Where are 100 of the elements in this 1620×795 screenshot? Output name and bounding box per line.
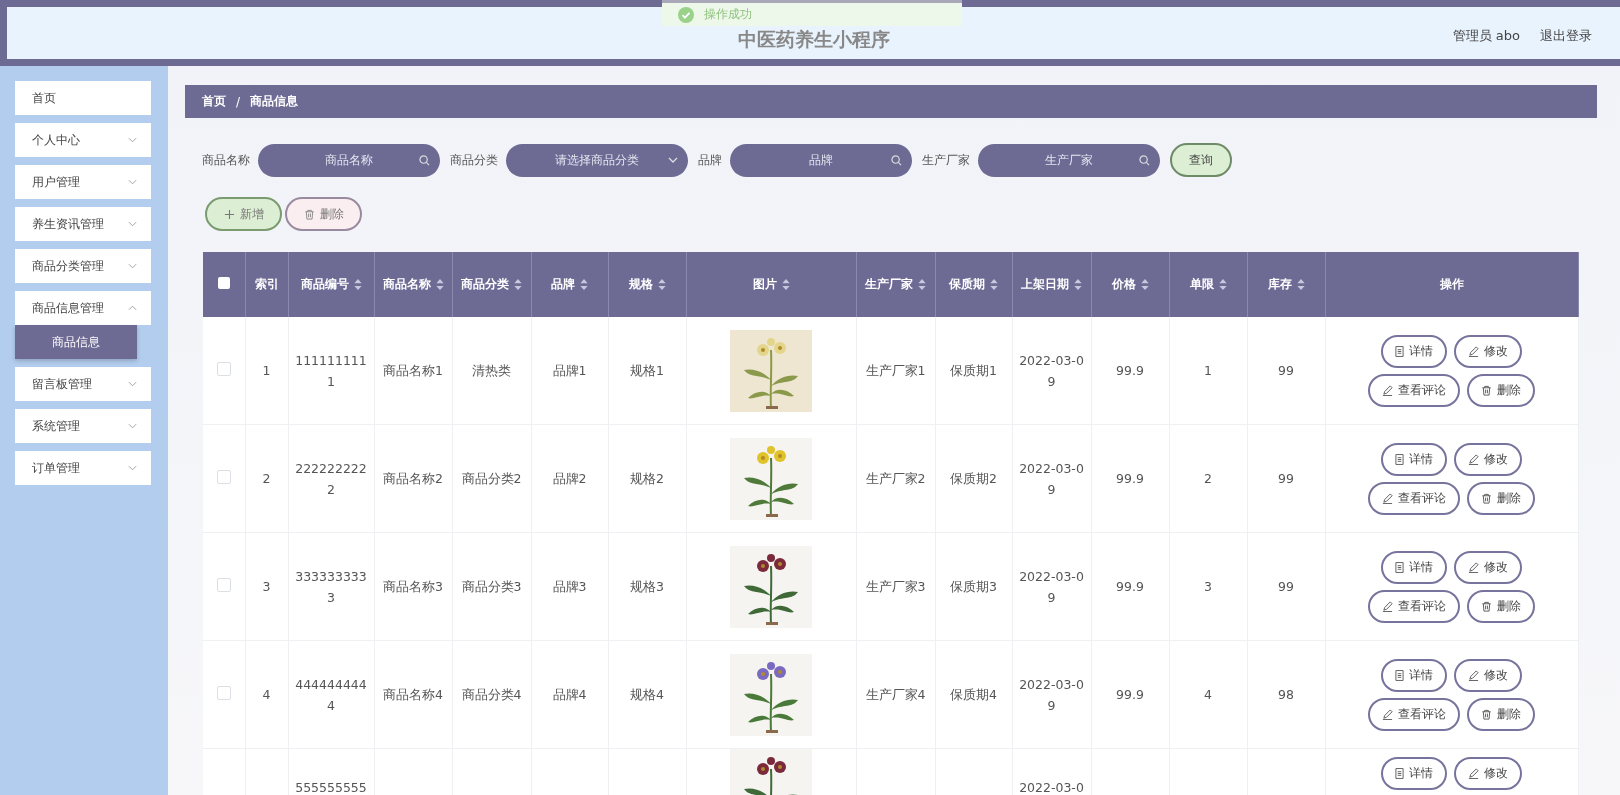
- table-cell: 保质期4: [950, 687, 997, 702]
- breadcrumb-link[interactable]: 首页: [202, 93, 226, 110]
- pencil-icon: [1382, 600, 1393, 612]
- select-all-checkbox[interactable]: [217, 277, 230, 289]
- table-cell: 商品分类3: [461, 579, 522, 594]
- sort-icon[interactable]: [1074, 279, 1082, 290]
- column-header: 库存: [1267, 276, 1292, 293]
- table-cell-text: 2022-03-0: [1019, 779, 1084, 795]
- menu-item[interactable]: 系统管理: [15, 409, 151, 443]
- sort-icon[interactable]: [580, 279, 588, 290]
- row-checkbox[interactable]: [216, 470, 231, 484]
- table-cell: 生产厂家3: [865, 579, 926, 594]
- submenu-item[interactable]: 商品信息: [15, 325, 137, 359]
- edit-button[interactable]: 修改: [1454, 658, 1522, 692]
- sort-icon[interactable]: [918, 279, 926, 290]
- table-cell: 生产厂家2: [865, 471, 926, 486]
- edit-button[interactable]: 修改: [1454, 550, 1522, 584]
- filter-label: 商品名称: [202, 151, 250, 169]
- table-cell: 保质期2: [950, 471, 997, 486]
- table-cell: 品牌1: [552, 363, 587, 378]
- sort-icon[interactable]: [657, 279, 666, 290]
- menu-item[interactable]: 商品分类管理: [15, 249, 151, 283]
- detail-button[interactable]: 详情: [1381, 442, 1447, 476]
- table-cell: 生产厂家4: [865, 687, 926, 702]
- table-cell: 4: [1204, 687, 1212, 702]
- row-checkbox[interactable]: [216, 686, 231, 700]
- sort-icon[interactable]: [781, 279, 790, 290]
- detail-button[interactable]: 详情: [1381, 334, 1447, 368]
- table-cell: 规格2: [630, 471, 664, 486]
- menu-item[interactable]: 订单管理: [15, 451, 151, 485]
- view-comments-button[interactable]: 查看评论: [1368, 481, 1460, 515]
- menu-item[interactable]: 用户管理: [15, 165, 151, 199]
- plus-icon: [223, 208, 235, 220]
- search-field[interactable]: 商品名称: [258, 143, 440, 177]
- edit-button[interactable]: 修改: [1454, 334, 1522, 368]
- table-cell: 商品分类2: [461, 471, 522, 486]
- delete-button[interactable]: 删除: [1467, 373, 1535, 407]
- sort-icon[interactable]: [1140, 279, 1149, 290]
- column-header: 单限: [1189, 276, 1214, 293]
- sort-icon[interactable]: [990, 279, 998, 290]
- table-cell: 1111111111: [295, 352, 367, 389]
- pencil-icon: [1468, 453, 1479, 465]
- table-cell: 2022-03-09: [1019, 568, 1084, 605]
- detail-button[interactable]: 详情: [1381, 658, 1447, 692]
- edit-button[interactable]: 修改: [1454, 442, 1522, 476]
- detail-button[interactable]: 详情: [1381, 550, 1447, 584]
- search-field[interactable]: 生产厂家: [978, 143, 1160, 177]
- logout-link[interactable]: 退出登录: [1540, 27, 1592, 45]
- table-cell: 2222222222: [295, 460, 367, 497]
- view-comments-button[interactable]: 查看评论: [1368, 373, 1460, 407]
- sort-icon[interactable]: [435, 279, 444, 290]
- table-cell: 规格1: [630, 363, 664, 378]
- table-cell-text: 555555555: [295, 779, 367, 795]
- column-header: 保质期: [949, 276, 985, 293]
- document-icon: [1395, 561, 1404, 573]
- sort-icon[interactable]: [1218, 279, 1227, 290]
- menu-item[interactable]: 留言板管理: [15, 367, 151, 401]
- delete-button[interactable]: 删除: [285, 197, 362, 231]
- document-icon: [1395, 768, 1404, 779]
- column-header: 图片: [752, 276, 777, 293]
- menu-item[interactable]: 养生资讯管理: [15, 207, 151, 241]
- sort-icon[interactable]: [1296, 279, 1305, 290]
- view-comments-button[interactable]: 查看评论: [1368, 697, 1460, 731]
- table-cell: 2: [262, 471, 271, 486]
- column-header: 商品分类: [461, 276, 509, 293]
- row-checkbox[interactable]: [216, 578, 231, 592]
- menu-item[interactable]: 商品信息管理: [15, 291, 151, 325]
- column-header: 商品编号: [300, 276, 349, 293]
- search-field[interactable]: 品牌: [730, 143, 912, 177]
- category-select[interactable]: 请选择商品分类: [506, 143, 688, 177]
- pencil-icon: [1468, 669, 1479, 681]
- detail-button[interactable]: 详情: [1381, 757, 1447, 790]
- menu-item[interactable]: 首页: [15, 81, 151, 115]
- table-cell: 2022-03-09: [1019, 676, 1084, 713]
- column-header: 索引: [254, 276, 279, 293]
- table-cell: 商品名称1: [383, 363, 443, 378]
- edit-button[interactable]: 修改: [1454, 757, 1522, 790]
- menu-item[interactable]: 个人中心: [15, 123, 151, 157]
- search-icon: [419, 154, 430, 166]
- delete-button[interactable]: 删除: [1467, 589, 1535, 623]
- sort-icon[interactable]: [514, 279, 522, 290]
- table-cell: 商品名称4: [383, 687, 443, 702]
- table-cell: 清热类: [472, 363, 511, 378]
- row-checkbox[interactable]: [216, 362, 231, 376]
- view-comments-button[interactable]: 查看评论: [1368, 589, 1460, 623]
- add-button[interactable]: 新增: [205, 197, 282, 231]
- table-cell: 3: [1204, 579, 1212, 594]
- sort-icon[interactable]: [353, 279, 362, 290]
- filter-label: 商品分类: [450, 151, 498, 169]
- column-header: 上架日期: [1021, 276, 1069, 293]
- table-cell: 规格4: [630, 687, 664, 702]
- breadcrumb-link[interactable]: 商品信息: [250, 93, 299, 110]
- delete-button[interactable]: 删除: [1467, 481, 1535, 515]
- query-button[interactable]: 查询: [1170, 143, 1232, 177]
- check-icon: [678, 6, 694, 23]
- table-cell: 保质期1: [950, 363, 997, 378]
- delete-button[interactable]: 删除: [1467, 697, 1535, 731]
- table-cell: 98: [1278, 687, 1294, 702]
- table-cell: 1: [262, 363, 271, 378]
- search-icon: [891, 154, 902, 166]
